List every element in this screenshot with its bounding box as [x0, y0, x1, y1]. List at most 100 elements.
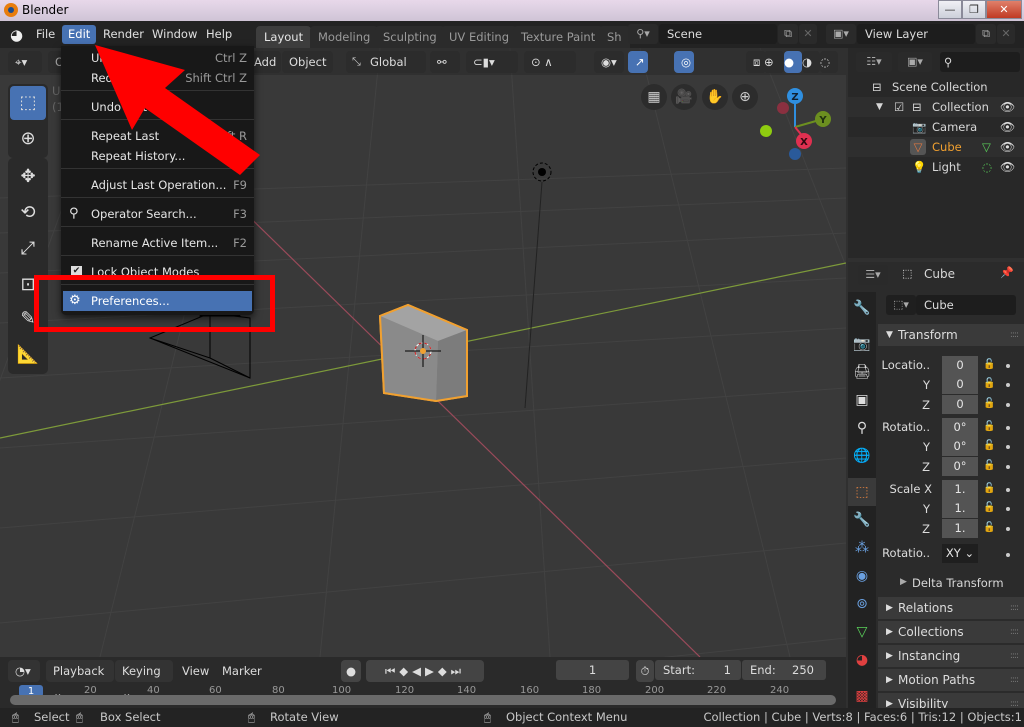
tool-tab-icon[interactable]: 🔧 — [848, 294, 876, 322]
timeline-menu-view[interactable]: View — [175, 660, 216, 682]
output-tab-icon[interactable]: 🖨 — [848, 358, 876, 386]
collections-panel-header[interactable]: ▶ Collections:::: — [878, 621, 1024, 643]
eye-icon[interactable]: 👁 — [1000, 137, 1015, 157]
keyframe-dot-icon[interactable] — [1006, 403, 1010, 407]
drag-grip-icon[interactable]: :::: — [1010, 324, 1019, 346]
keyframe-dot-icon[interactable] — [1006, 465, 1010, 469]
visibility-panel-header[interactable]: ▶ Visibility:::: — [878, 693, 1024, 708]
minimize-button[interactable]: — — [938, 0, 962, 19]
instancing-panel-header[interactable]: ▶ Instancing:::: — [878, 645, 1024, 667]
outliner-search-input[interactable]: ⚲ — [940, 52, 1020, 72]
keyframe-dot-icon[interactable] — [1006, 527, 1010, 531]
new-view-layer-icon[interactable]: ⧉ — [976, 24, 996, 44]
gizmo-toggle-icon[interactable]: ↗ — [628, 51, 648, 73]
snapping-icon[interactable]: ⊂▮▾ — [466, 51, 518, 73]
rotation-x-field[interactable]: 0° — [942, 418, 978, 437]
rotation-mode-dropdown[interactable]: XY ⌄ — [942, 544, 978, 563]
start-frame-field[interactable]: Start: 1 — [655, 660, 741, 680]
keyframe-dot-icon[interactable] — [1006, 445, 1010, 449]
close-button[interactable]: ✕ — [986, 0, 1022, 19]
cursor-tool-icon[interactable]: ⊕ — [10, 122, 46, 156]
material-tab-icon[interactable]: ◕ — [848, 646, 876, 674]
proportional-edit-icon[interactable]: ⊙ ∧ — [524, 51, 576, 73]
eye-icon[interactable]: 👁 — [1000, 157, 1015, 177]
pan-view-icon[interactable]: ✋ — [702, 84, 728, 110]
location-y-field[interactable]: 0 — [942, 375, 978, 394]
lock-icon[interactable]: 🔓 — [983, 440, 995, 451]
timeline-editor-type-icon[interactable]: ◔▾ — [8, 660, 40, 682]
light-data-icon[interactable]: ◌ — [982, 157, 992, 177]
keyframe-dot-icon[interactable] — [1006, 553, 1010, 557]
xray-icon[interactable]: ⧈ — [746, 51, 766, 73]
select-box-tool-icon[interactable]: ⬚ — [10, 86, 46, 120]
transform-panel-header[interactable]: ▼ Transform :::: — [878, 324, 1024, 346]
display-mode-icon[interactable]: ☷▾ — [856, 52, 892, 72]
rotate-tool-icon[interactable]: ⟲ — [10, 196, 46, 230]
menu-item-rename-active-item[interactable]: Rename Active Item... F2 — [61, 233, 254, 253]
keyframe-dot-icon[interactable] — [1006, 507, 1010, 511]
view-layer-tab-icon[interactable]: ▣ — [848, 386, 876, 414]
rendered-shading-icon[interactable]: ◌ — [820, 51, 838, 73]
expand-arrow-icon[interactable]: ▼ — [876, 97, 883, 117]
eye-icon[interactable]: 👁 — [1000, 117, 1015, 137]
outliner-row-camera[interactable]: 📷 Camera 👁 — [848, 117, 1024, 137]
lock-icon[interactable]: 🔓 — [983, 522, 995, 533]
scale-x-field[interactable]: 1. — [942, 480, 978, 499]
scale-z-field[interactable]: 1. — [942, 519, 978, 538]
outliner-row-cube[interactable]: ▽ Cube ▽ 👁 — [848, 137, 1024, 157]
view-layer-selector-icon[interactable]: ▣▾ — [826, 24, 856, 44]
tab-sculpting[interactable]: Sculpting — [375, 26, 445, 48]
record-button[interactable]: ● — [341, 660, 361, 682]
timeline-menu-marker[interactable]: Marker — [215, 660, 269, 682]
playback-controls[interactable]: ⏮◆◀▶◆⏭ — [366, 660, 484, 682]
render-tab-icon[interactable]: 📷 — [848, 330, 876, 358]
rotation-z-field[interactable]: 0° — [942, 457, 978, 476]
lock-icon[interactable]: 🔓 — [983, 483, 995, 494]
lock-icon[interactable]: 🔓 — [983, 502, 995, 513]
camera-view-icon[interactable]: 🎥 — [671, 84, 697, 110]
lock-icon[interactable]: 🔓 — [983, 378, 995, 389]
outliner-row-scene-collection[interactable]: ⊟ Scene Collection — [848, 77, 1024, 97]
keyframe-dot-icon[interactable] — [1006, 364, 1010, 368]
wireframe-shading-icon[interactable]: ⊕ — [764, 51, 784, 73]
editor-type-icon[interactable]: ⌖▾ — [8, 51, 42, 73]
lock-icon[interactable]: 🔓 — [983, 460, 995, 471]
lock-icon[interactable]: 🔓 — [983, 421, 995, 432]
outliner-row-light[interactable]: 💡 Light ◌ 👁 — [848, 157, 1024, 177]
current-frame-field[interactable]: 1 — [556, 660, 629, 680]
eye-icon[interactable]: 👁 — [1000, 97, 1015, 117]
new-scene-icon[interactable]: ⧉ — [778, 24, 798, 44]
toggle-camera-grid-icon[interactable]: ▦ — [641, 84, 667, 110]
navigation-gizmo[interactable]: Z Y X — [755, 84, 835, 164]
particles-tab-icon[interactable]: ⁂ — [848, 534, 876, 562]
pivot-point-icon[interactable]: ⚯ — [430, 51, 460, 73]
tab-modeling[interactable]: Modeling — [310, 26, 379, 48]
scale-tool-icon[interactable]: ⤢ — [10, 232, 46, 266]
tab-texture-paint[interactable]: Texture Paint — [513, 26, 604, 48]
outliner-row-collection[interactable]: ▼ ☑ ⊟ Collection 👁 — [848, 97, 1024, 117]
checkbox-checked-icon[interactable]: ☑ — [894, 97, 904, 117]
move-tool-icon[interactable]: ✥ — [10, 160, 46, 194]
tab-shading[interactable]: Sh — [599, 26, 630, 48]
relations-panel-header[interactable]: ▶ Relations:::: — [878, 597, 1024, 619]
object-name-field[interactable]: Cube — [916, 295, 1016, 315]
blender-menu-icon[interactable]: ◕ — [10, 26, 23, 44]
world-tab-icon[interactable]: 🌐 — [848, 442, 876, 470]
properties-editor-type-icon[interactable]: ☰▾ — [858, 265, 888, 285]
constraints-tab-icon[interactable]: ⊚ — [848, 590, 876, 618]
menu-object[interactable]: Object — [282, 51, 334, 73]
keying-dropdown[interactable]: Keying ⌄ — [115, 660, 173, 700]
keyframe-dot-icon[interactable] — [1006, 426, 1010, 430]
scale-y-field[interactable]: 1. — [942, 499, 978, 518]
material-shading-icon[interactable]: ◑ — [802, 51, 820, 73]
scene-name-field[interactable]: Scene — [659, 24, 777, 44]
physics-tab-icon[interactable]: ◉ — [848, 562, 876, 590]
solid-shading-icon[interactable]: ● — [784, 51, 802, 73]
delete-view-layer-icon[interactable]: ✕ — [997, 24, 1015, 44]
expand-arrow-icon[interactable]: ▶ — [900, 577, 907, 587]
pin-icon[interactable]: 📌 — [1000, 266, 1014, 279]
maximize-button[interactable]: ❐ — [962, 0, 986, 19]
data-tab-icon[interactable]: ▽ — [848, 618, 876, 646]
measure-tool-icon[interactable]: 📐 — [10, 338, 46, 372]
lock-icon[interactable]: 🔓 — [983, 359, 995, 370]
